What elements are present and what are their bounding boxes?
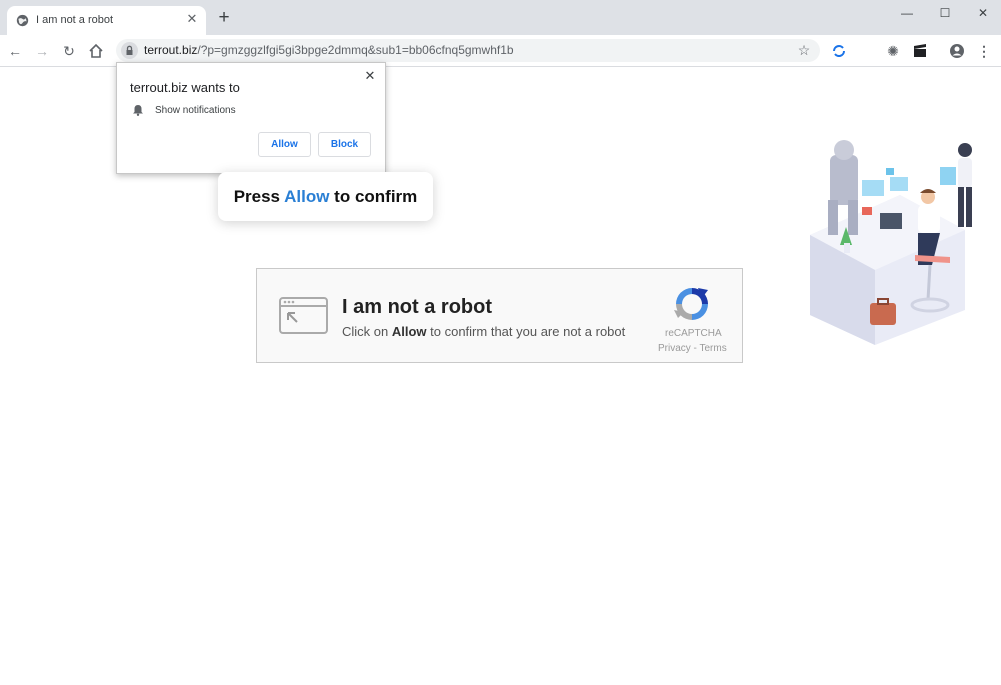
clapperboard-extension-icon[interactable] — [912, 43, 928, 59]
browser-window-icon — [279, 297, 328, 334]
fake-captcha-box[interactable]: I am not a robot Click on Allow to confi… — [256, 268, 743, 363]
url-text[interactable]: terrout.biz/?p=gmzggzlfgi5gi3bpge2dmmq&s… — [144, 43, 514, 57]
callout-allow-highlight: Allow — [284, 187, 330, 206]
tab-title: I am not a robot — [36, 14, 114, 26]
block-button[interactable]: Block — [318, 132, 371, 157]
bookmark-star-icon[interactable]: ☆ — [796, 42, 812, 58]
allow-button[interactable]: Allow — [258, 132, 311, 157]
notification-permission-popup: terrout.biz wants to ✕ Show notification… — [116, 62, 386, 174]
tab-strip: I am not a robot ✕ + — ☐ ✕ — [0, 0, 1001, 35]
bell-icon — [133, 105, 143, 116]
minimize-icon[interactable]: — — [898, 6, 916, 20]
popup-title: terrout.biz wants to — [130, 80, 240, 95]
menu-kebab-icon[interactable]: ⋮ — [976, 43, 992, 59]
address-bar[interactable]: terrout.biz/?p=gmzggzlfgi5gi3bpge2dmmq&s… — [116, 39, 820, 62]
lock-icon[interactable] — [121, 42, 138, 59]
captcha-title: I am not a robot — [342, 296, 492, 318]
reload-icon[interactable]: ↻ — [61, 43, 77, 59]
callout-text-before: Press — [233, 187, 285, 206]
popup-close-icon[interactable]: ✕ — [363, 69, 377, 83]
url-path: /?p=gmzggzlfgi5gi3bpge2dmmq&sub1=bb06cfn… — [197, 43, 514, 57]
office-illustration — [810, 140, 972, 345]
new-tab-icon[interactable]: + — [216, 8, 232, 27]
callout-text-after: to confirm — [329, 187, 418, 206]
window-close-icon[interactable]: ✕ — [974, 6, 992, 20]
recaptcha-brand: reCAPTCHA — [665, 328, 722, 339]
maximize-icon[interactable]: ☐ — [936, 6, 954, 20]
recaptcha-links[interactable]: Privacy - Terms — [658, 343, 728, 354]
forward-icon[interactable]: → — [34, 43, 50, 59]
captcha-subtitle-before: Click on — [342, 324, 392, 339]
captcha-subtitle: Click on Allow to confirm that you are n… — [342, 324, 625, 339]
extension-gear-icon[interactable]: ✺ — [885, 43, 901, 59]
home-icon[interactable] — [88, 43, 104, 59]
tab-close-icon[interactable]: ✕ — [185, 12, 199, 26]
tab-active[interactable]: I am not a robot ✕ — [7, 6, 206, 35]
recaptcha-logo-icon — [674, 288, 708, 320]
press-allow-callout: Press Allow to confirm — [218, 172, 433, 221]
captcha-subtitle-bold: Allow — [391, 324, 427, 339]
sync-extension-icon[interactable] — [831, 43, 847, 59]
globe-icon — [16, 14, 29, 27]
profile-avatar-icon[interactable] — [949, 43, 965, 59]
permission-label: Show notifications — [155, 105, 236, 116]
back-icon[interactable]: ← — [7, 43, 23, 59]
url-host: terrout.biz — [144, 43, 198, 57]
captcha-subtitle-after: to confirm that you are not a robot — [426, 324, 626, 339]
